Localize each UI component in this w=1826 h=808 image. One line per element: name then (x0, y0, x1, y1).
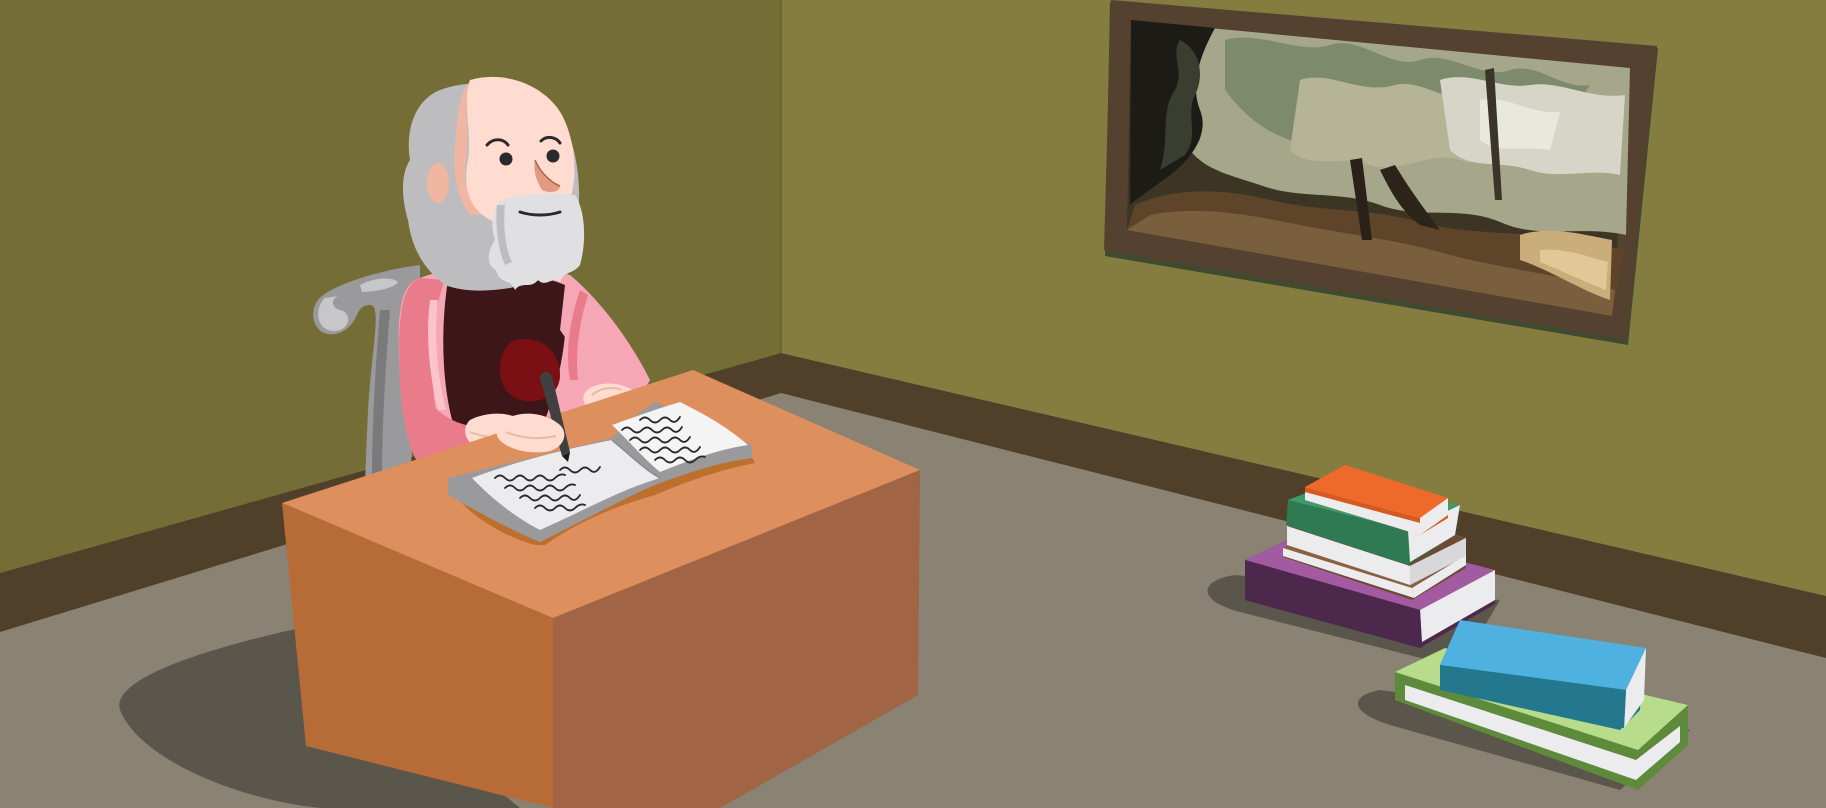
left-eye (499, 152, 513, 166)
room-illustration (0, 0, 1826, 808)
scene (0, 0, 1826, 808)
ear (427, 163, 449, 203)
right-eye (546, 149, 560, 163)
